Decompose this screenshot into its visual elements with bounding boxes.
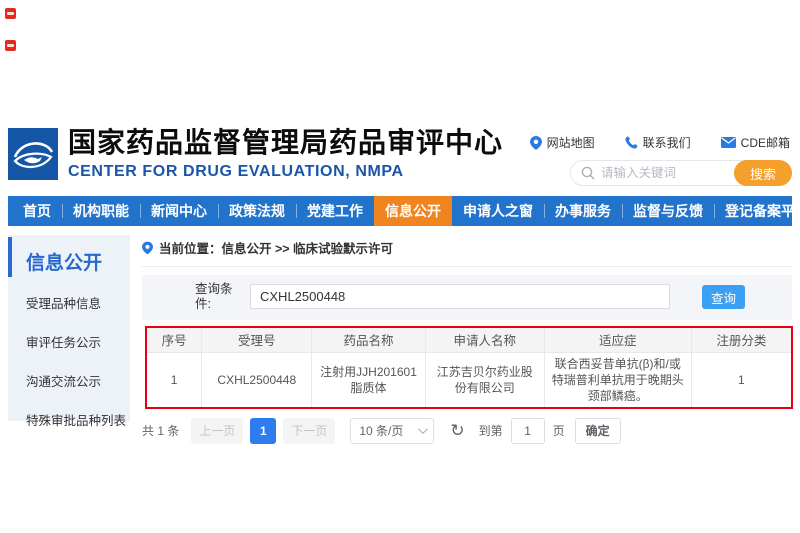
sitemap-label: 网站地图 [547, 134, 595, 151]
query-label: 查询条 件: [195, 282, 240, 312]
goto-suffix: 页 [553, 422, 565, 439]
sitemap-link[interactable]: 网站地图 [530, 134, 595, 151]
nav-item-services[interactable]: 办事服务 [544, 196, 622, 226]
refresh-icon[interactable]: ↻ [450, 422, 464, 439]
phone-icon [625, 136, 638, 149]
results-table: 序号 受理号 药品名称 申请人名称 适应症 注册分类 1 CXHL2500448… [147, 328, 791, 407]
query-button[interactable]: 查询 [702, 285, 745, 309]
query-input[interactable] [250, 284, 670, 309]
cell-registration-class: 1 [691, 352, 791, 407]
prev-page-button[interactable]: 上一页 [191, 418, 243, 444]
pagination: 共 1 条 上一页 1 下一页 10 条/页 ↻ 到第 页 确定 [142, 418, 792, 444]
location-pin-icon [530, 136, 542, 150]
main-content: 当前位置：信息公开 >> 临床试验默示许可 查询条 件: 查询 序号 受理号 [142, 238, 792, 444]
results-table-highlight: 序号 受理号 药品名称 申请人名称 适应症 注册分类 1 CXHL2500448… [145, 326, 793, 409]
col-drug-name: 药品名称 [312, 328, 425, 352]
site-header: 国家药品监督管理局药品审评中心 CENTER FOR DRUG EVALUATI… [8, 126, 792, 186]
cell-indication: 联合西妥昔单抗(β)和/或特瑞普利单抗用于晚期头颈部鳞癌。 [544, 352, 691, 407]
location-pin-icon [142, 241, 153, 255]
col-indication: 适应症 [544, 328, 691, 352]
search-icon [581, 166, 595, 180]
page: 国家药品监督管理局药品审评中心 CENTER FOR DRUG EVALUATI… [0, 0, 800, 533]
total-count: 共 1 条 [142, 422, 179, 439]
cell-acceptance-no: CXHL2500448 [202, 352, 312, 407]
search-button[interactable]: 搜索 [734, 160, 792, 186]
cde-logo [8, 128, 58, 180]
nav-item-org[interactable]: 机构职能 [62, 196, 140, 226]
col-applicant: 申请人名称 [425, 328, 544, 352]
breadcrumb-text: 当前位置：信息公开 >> 临床试验默示许可 [159, 238, 393, 257]
nav-item-news[interactable]: 新闻中心 [140, 196, 218, 226]
search-input[interactable] [595, 166, 734, 180]
confirm-button[interactable]: 确定 [575, 418, 621, 444]
site-title: 国家药品监督管理局药品审评中心 [68, 126, 503, 160]
sidebar-item-communication[interactable]: 沟通交流公示 [8, 371, 130, 390]
sidebar-accent-bar [8, 237, 12, 277]
cde-logo-emblem [8, 128, 58, 180]
cell-drug-name: 注射用JJH201601脂质体 [312, 352, 425, 407]
top-links: 网站地图 联系我们 CDE邮箱 [530, 134, 790, 151]
nav-item-supervision[interactable]: 监督与反馈 [622, 196, 714, 226]
nav-item-info-disclosure[interactable]: 信息公开 [374, 196, 452, 226]
page-number-button[interactable]: 1 [250, 418, 276, 444]
envelope-icon [721, 137, 736, 148]
goto-prefix: 到第 [479, 422, 503, 439]
page-size-select[interactable]: 10 条/页 [350, 418, 434, 444]
col-serial: 序号 [147, 328, 202, 352]
sidebar-item-review-tasks[interactable]: 审评任务公示 [8, 332, 130, 351]
cell-serial: 1 [147, 352, 202, 407]
nav-item-applicant[interactable]: 申请人之窗 [452, 196, 544, 226]
cell-applicant: 江苏吉贝尔药业股份有限公司 [425, 352, 544, 407]
red-marker-icon [5, 8, 16, 19]
query-panel: 查询条 件: 查询 [142, 275, 792, 320]
page-size-value: 10 条/页 [359, 422, 403, 439]
nav-item-home[interactable]: 首页 [12, 196, 62, 226]
col-acceptance-no: 受理号 [202, 328, 312, 352]
nav-item-party[interactable]: 党建工作 [296, 196, 374, 226]
search-bar: 搜索 [570, 160, 792, 186]
red-marker-icon [5, 40, 16, 51]
sidebar-title: 信息公开 [8, 235, 130, 275]
mail-label: CDE邮箱 [741, 134, 790, 151]
next-page-button[interactable]: 下一页 [283, 418, 335, 444]
sidebar-item-accepted-varieties[interactable]: 受理品种信息 [8, 293, 130, 312]
col-registration-class: 注册分类 [691, 328, 791, 352]
table-header-row: 序号 受理号 药品名称 申请人名称 适应症 注册分类 [147, 328, 791, 352]
site-subtitle: CENTER FOR DRUG EVALUATION, NMPA [68, 163, 503, 181]
nav-item-policy[interactable]: 政策法规 [218, 196, 296, 226]
contact-link[interactable]: 联系我们 [625, 134, 691, 151]
nav-item-registration[interactable]: 登记备案平台 [714, 196, 800, 226]
sidebar: 信息公开 受理品种信息 审评任务公示 沟通交流公示 特殊审批品种列表 [8, 235, 130, 421]
main-nav: 首页 机构职能 新闻中心 政策法规 党建工作 信息公开 申请人之窗 办事服务 监… [8, 196, 792, 226]
chevron-down-icon [418, 424, 428, 434]
goto-page-input[interactable] [511, 418, 545, 444]
mail-link[interactable]: CDE邮箱 [721, 134, 790, 151]
table-row: 1 CXHL2500448 注射用JJH201601脂质体 江苏吉贝尔药业股份有… [147, 352, 791, 407]
breadcrumb: 当前位置：信息公开 >> 临床试验默示许可 [142, 238, 792, 267]
contact-label: 联系我们 [643, 134, 691, 151]
sidebar-item-special-approval[interactable]: 特殊审批品种列表 [8, 410, 130, 429]
